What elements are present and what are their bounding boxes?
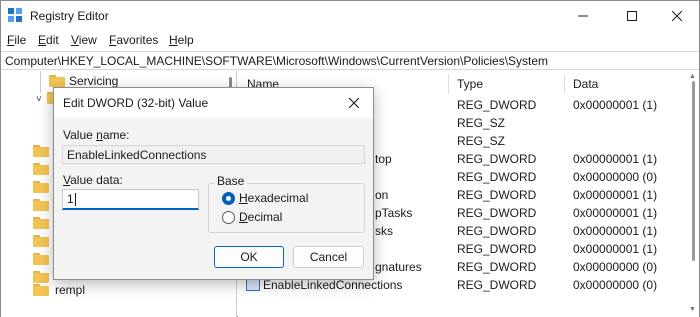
tree-item-servicing[interactable]: Servicing [69, 74, 118, 88]
close-icon [672, 11, 682, 21]
value-data: 0x00000001 (1) [573, 224, 658, 238]
tree-guide-line [40, 71, 41, 93]
value-name: pTasks [375, 206, 413, 220]
value-name-label: Value name: [63, 128, 130, 142]
folder-icon [33, 217, 49, 229]
list-scrollbar[interactable]: ▲ ▼ [688, 71, 698, 317]
value-name-field[interactable]: EnableLinkedConnections [62, 145, 365, 164]
list-scrollbar-thumb[interactable] [692, 81, 695, 261]
decimal-radio[interactable] [222, 211, 235, 224]
dialog-title: Edit DWORD (32-bit) Value [63, 96, 209, 110]
value-data: 0x00000000 (0) [573, 278, 658, 292]
label-accesskey: H [239, 191, 248, 205]
label-accesskey: D [239, 210, 248, 224]
value-type: REG_DWORD [457, 242, 537, 256]
value-data: 0x00000001 (1) [573, 152, 658, 166]
value-type: REG_DWORD [457, 152, 537, 166]
registry-editor-icon [8, 8, 22, 22]
menu-favorites[interactable]: Favorites [109, 33, 158, 47]
value-type: REG_DWORD [457, 260, 537, 274]
label-accesskey: n [96, 128, 103, 142]
folder-icon [33, 181, 49, 193]
column-header-data[interactable]: Data [564, 71, 688, 95]
value-type: REG_DWORD [457, 206, 537, 220]
label-part: exadecimal [247, 191, 309, 205]
maximize-button[interactable] [609, 1, 655, 31]
hexadecimal-radio[interactable] [222, 192, 235, 205]
address-bar[interactable]: Computer\HKEY_LOCAL_MACHINE\SOFTWARE\Mic… [1, 51, 699, 70]
menu-help-accesskey: H [169, 33, 178, 47]
value-type: REG_DWORD [457, 170, 537, 184]
text-caret [75, 193, 76, 206]
menu-bar: File Edit View Favorites Help [1, 31, 699, 50]
close-window-button[interactable] [654, 1, 700, 31]
value-data: 0x00000000 (0) [573, 170, 658, 184]
folder-icon [33, 163, 49, 175]
minimize-button[interactable] [560, 1, 606, 31]
value-name: on [375, 188, 389, 202]
cancel-button[interactable]: Cancel [293, 246, 364, 268]
value-type: REG_SZ [457, 116, 506, 130]
value-type: REG_SZ [457, 134, 506, 148]
label-part: alue data: [70, 173, 123, 187]
value-data: 0x00000001 (1) [573, 188, 658, 202]
window-title: Registry Editor [30, 9, 109, 23]
edit-dword-dialog: Edit DWORD (32-bit) Value Value name: En… [53, 87, 374, 280]
value-name: sks [375, 224, 393, 238]
menu-view-label: iew [78, 33, 97, 47]
scroll-up-icon[interactable]: ▲ [689, 73, 696, 80]
title-bar: Registry Editor [1, 1, 699, 31]
value-type: REG_DWORD [457, 188, 537, 202]
chevron-down-icon[interactable]: ˅ [36, 94, 42, 105]
menu-edit[interactable]: Edit [38, 33, 59, 47]
value-type: REG_DWORD [457, 98, 537, 112]
value-type: REG_DWORD [457, 278, 537, 292]
value-name: top [375, 152, 392, 166]
address-path: Computer\HKEY_LOCAL_MACHINE\SOFTWARE\Mic… [5, 54, 549, 68]
menu-help-label: elp [177, 33, 194, 47]
value-type: REG_DWORD [457, 224, 537, 238]
menu-view-accesskey: V [71, 33, 79, 47]
ok-button[interactable]: OK [214, 246, 284, 268]
folder-icon [33, 235, 49, 247]
dialog-title-bar: Edit DWORD (32-bit) Value [54, 88, 373, 118]
menu-edit-accesskey: E [38, 33, 47, 47]
label-part: ecimal [247, 210, 283, 224]
scroll-down-icon[interactable]: ▼ [689, 306, 696, 313]
minimize-icon [578, 15, 588, 17]
decimal-radio-label[interactable]: Decimal [239, 210, 282, 224]
value-data: 0x00000000 (0) [573, 260, 658, 274]
folder-icon [33, 199, 49, 211]
value-name-text: EnableLinkedConnections [67, 148, 207, 162]
folder-icon [49, 75, 65, 87]
value-data-label: Value data: [63, 173, 123, 187]
value-data-input[interactable]: 1 [62, 189, 199, 210]
close-icon [349, 98, 359, 108]
label-part: Value [63, 128, 97, 142]
base-group-label: Base [214, 174, 248, 188]
label-part: ame: [102, 128, 130, 142]
tree-item-rempl[interactable]: rempl [55, 283, 85, 297]
menu-file[interactable]: File [7, 33, 26, 47]
value-name: gnatures [375, 260, 422, 274]
value-data: 0x00000001 (1) [573, 206, 658, 220]
value-data: 0x00000001 (1) [573, 242, 658, 256]
folder-icon [33, 145, 49, 157]
column-header-type[interactable]: Type [448, 71, 564, 95]
menu-view[interactable]: View [71, 33, 97, 47]
folder-icon [33, 271, 49, 283]
folder-icon [33, 253, 49, 265]
value-data-text: 1 [67, 192, 74, 206]
menu-favorites-label: avorites [116, 33, 159, 47]
value-data: 0x00000001 (1) [573, 98, 658, 112]
dialog-close-button[interactable] [341, 91, 367, 115]
folder-icon [33, 284, 49, 296]
value-name: EnableLinkedConnections [263, 278, 403, 292]
hexadecimal-radio-label[interactable]: Hexadecimal [239, 191, 308, 205]
menu-file-label: ile [14, 33, 27, 47]
menu-help[interactable]: Help [169, 33, 194, 47]
menu-edit-label: dit [46, 33, 59, 47]
maximize-icon [627, 11, 637, 21]
